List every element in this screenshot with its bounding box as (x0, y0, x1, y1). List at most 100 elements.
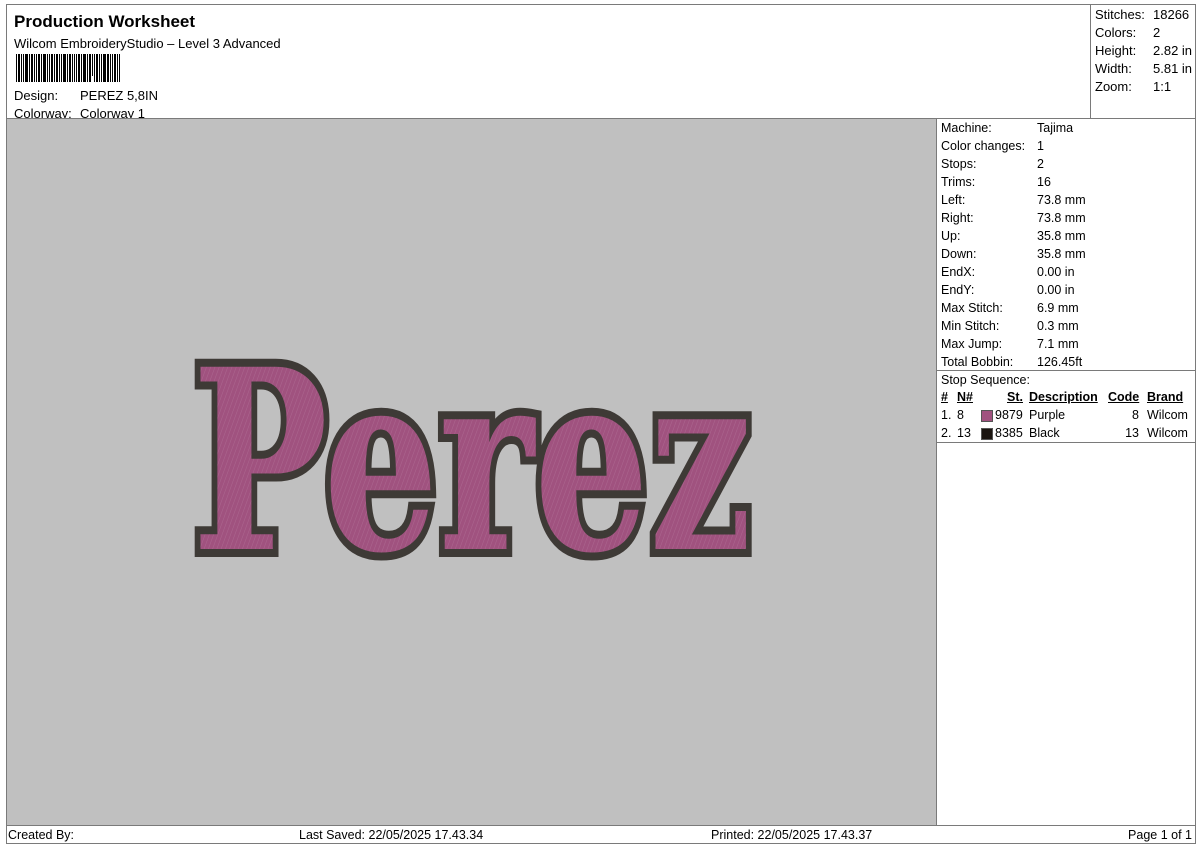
design-lettering: Perez (192, 314, 752, 608)
barcode-bar (76, 54, 77, 82)
machine-info-panel: Machine: Tajima Color changes: 1 Stops: 2 Trim… (937, 119, 1196, 825)
machine-info-label: Machine: (941, 121, 992, 135)
embroidery-preview: Perez (184, 306, 760, 616)
stop-cell-num: 2. (941, 426, 952, 440)
machine-info-row: Left: 73.8 mm (941, 193, 1191, 207)
stop-cell-description: Black (1029, 426, 1060, 440)
design-value: PEREZ 5,8IN (80, 88, 159, 103)
machine-info-value: 1 (1037, 139, 1044, 153)
barcode-bar (23, 54, 24, 82)
page-number: Page 1 of 1 (1128, 828, 1192, 842)
machine-info-value: 73.8 mm (1037, 193, 1086, 207)
barcode-bar (47, 54, 48, 82)
design-preview-canvas: Perez (7, 119, 937, 825)
barcode-bar (54, 54, 55, 82)
worksheet-header: Production Worksheet Wilcom EmbroiderySt… (6, 4, 1090, 121)
barcode-bar (103, 54, 106, 82)
barcode-bar (74, 54, 75, 82)
barcode-bar (87, 54, 88, 82)
barcode-bar (31, 54, 33, 82)
stop-sequence-row: 2. 13 8385 Black 13 Wilcom (941, 426, 1191, 442)
machine-info-value: Tajima (1037, 121, 1074, 135)
stop-sequence-bottom-divider (937, 442, 1196, 443)
barcode-bar (92, 54, 93, 76)
barcode-bar (36, 54, 37, 82)
barcode-bar (83, 54, 86, 82)
machine-info-row: Right: 73.8 mm (941, 211, 1191, 225)
stop-cell-description: Purple (1029, 408, 1066, 422)
barcode-bar (101, 54, 102, 82)
design-row: Design: PEREZ 5,8IN (14, 88, 158, 103)
col-hash: # (941, 390, 948, 404)
machine-info-label: Min Stitch: (941, 319, 1000, 333)
machine-info-row: Up: 35.8 mm (941, 229, 1191, 243)
stop-cell-n: 8 (957, 408, 964, 422)
barcode-bar (63, 54, 66, 82)
col-n: N# (957, 390, 973, 404)
barcode-bar (34, 54, 35, 82)
barcode-bar (69, 54, 71, 82)
machine-info-value: 73.8 mm (1037, 211, 1086, 225)
barcode-bar (59, 54, 60, 82)
barcode-bar (41, 54, 42, 82)
col-description: Description (1029, 390, 1098, 404)
stat-stitches: Stitches: 18266 (1095, 7, 1190, 22)
col-brand: Brand (1147, 390, 1184, 404)
machine-info-value: 126.45ft (1037, 355, 1083, 369)
barcode (16, 54, 121, 82)
stat-width: Width: 5.81 in (1095, 61, 1193, 76)
machine-info-label: Max Stitch: (941, 301, 1003, 315)
machine-info-label: EndX: (941, 265, 976, 279)
barcode-bar (67, 54, 68, 82)
created-by: Created By: (8, 828, 75, 842)
machine-info-label: Total Bobbin: (941, 355, 1014, 369)
barcode-bar (25, 54, 28, 82)
machine-info-row: EndX: 0.00 in (941, 265, 1191, 279)
machine-info-row: Down: 35.8 mm (941, 247, 1191, 261)
machine-info-row: Trims: 16 (941, 175, 1191, 189)
barcode-bar (18, 54, 20, 82)
barcode-bar (107, 54, 109, 82)
stop-cell-num: 1. (941, 408, 952, 422)
printed: Printed: 22/05/2025 17.43.37 (711, 828, 873, 842)
barcode-bar (21, 54, 22, 82)
stop-cell-n: 13 (957, 426, 971, 440)
barcode-bar (51, 54, 53, 82)
barcode-bar (78, 54, 80, 82)
col-st: St. (1007, 390, 1023, 404)
stat-colors: Colors: 2 (1095, 25, 1161, 40)
machine-info-row: Min Stitch: 0.3 mm (941, 319, 1191, 333)
barcode-bar (49, 54, 50, 82)
barcode-bar (43, 54, 46, 82)
stop-cell-code: 8 (1132, 408, 1139, 422)
barcode-bar (38, 54, 40, 82)
stop-sequence-header: # N# St. Description Code Brand (941, 390, 1191, 406)
machine-info-label: Left: (941, 193, 966, 207)
stat-zoom: Zoom: 1:1 (1095, 79, 1172, 94)
barcode-bar (81, 54, 82, 82)
barcode-bar (114, 54, 116, 82)
barcode-bar (16, 54, 17, 82)
color-swatch (981, 410, 993, 422)
barcode-bar (61, 54, 62, 82)
barcode-bar (29, 54, 30, 82)
machine-info-label: Trims: (941, 175, 976, 189)
machine-info-label: Up: (941, 229, 961, 243)
stats-box: Stitches: 18266 Colors: 2 Height: 2.82 in W… (1090, 4, 1196, 119)
barcode-bar (99, 54, 100, 82)
barcode-bar (94, 54, 95, 82)
machine-info-row: Max Jump: 7.1 mm (941, 337, 1191, 351)
page-title: Production Worksheet (14, 12, 196, 31)
stop-sequence-row: 1. 8 9879 Purple 8 Wilcom (941, 408, 1191, 424)
machine-info-row: EndY: 0.00 in (941, 283, 1191, 297)
machine-info-value: 35.8 mm (1037, 247, 1086, 261)
machine-info-label: Right: (941, 211, 974, 225)
machine-info-row: Max Stitch: 6.9 mm (941, 301, 1191, 315)
barcode-bar (56, 54, 58, 82)
barcode-bar (89, 54, 91, 82)
machine-info-row: Machine: Tajima (941, 121, 1191, 135)
barcode-bar (117, 54, 118, 82)
machine-info-value: 0.00 in (1037, 265, 1075, 279)
stop-sequence-title: Stop Sequence: (941, 373, 1030, 387)
machine-info-label: Down: (941, 247, 977, 261)
